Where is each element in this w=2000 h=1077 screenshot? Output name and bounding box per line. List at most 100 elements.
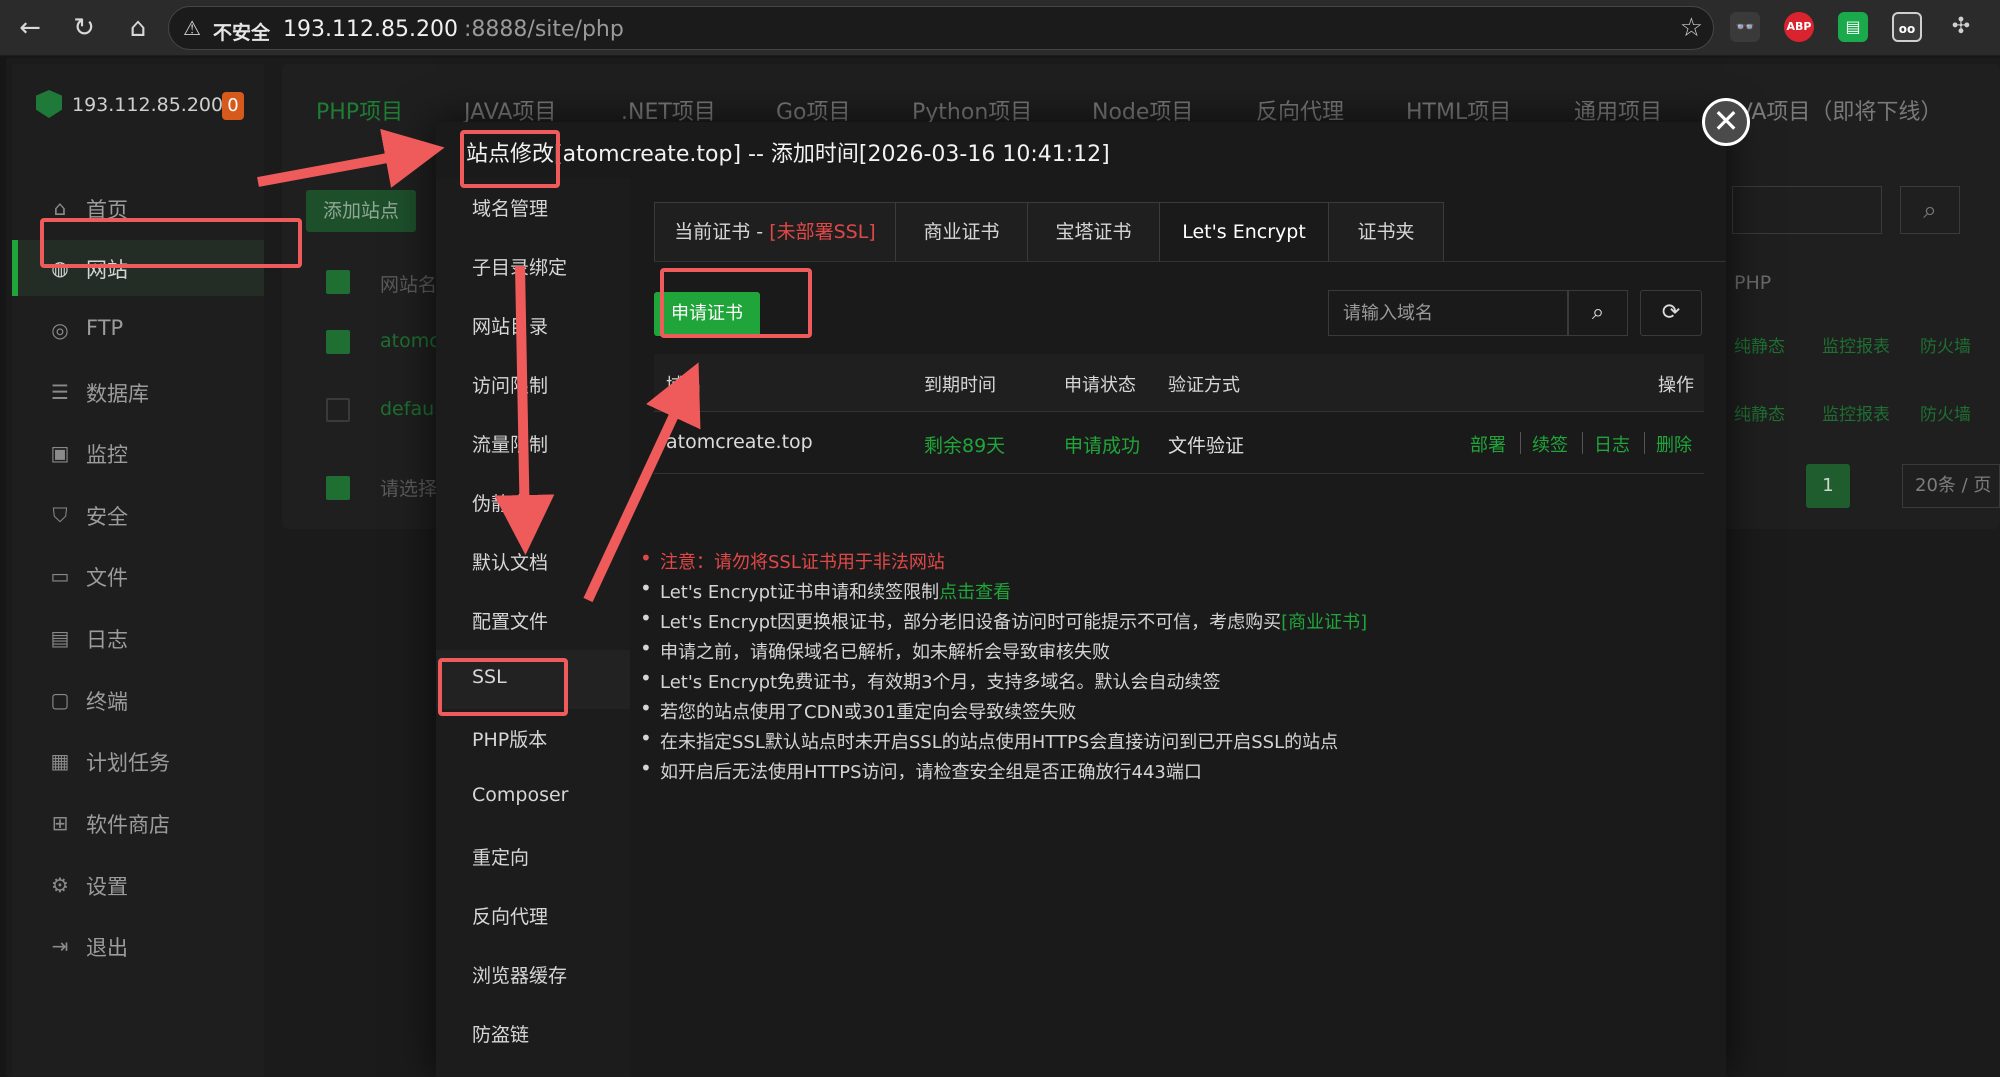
site-name-link[interactable]: atomc <box>380 330 440 352</box>
php-static-link[interactable]: 纯静态 <box>1734 400 1785 425</box>
nav-label: 重定向 <box>472 847 530 869</box>
row-checkbox[interactable] <box>326 330 350 354</box>
sidebar-item-files[interactable]: ▭ 文件 <box>12 548 264 604</box>
nav-label: 浏览器缓存 <box>472 965 568 987</box>
page-1-button[interactable]: 1 <box>1806 464 1850 508</box>
annotation-box-apply <box>660 268 812 338</box>
sidebar-item-cron[interactable]: ▦ 计划任务 <box>12 733 264 789</box>
table-header: 域名 到期时间 申请状态 验证方式 操作 <box>654 354 1704 412</box>
sidebar-item-label: 数据库 <box>86 382 149 406</box>
sidebar-item-database[interactable]: ☰ 数据库 <box>12 364 264 420</box>
delete-link[interactable]: 删除 <box>1656 431 1692 457</box>
divider <box>1644 432 1645 454</box>
firewall-link[interactable]: 防火墙 <box>1920 332 1971 357</box>
renew-link[interactable]: 续签 <box>1532 431 1568 457</box>
adblock-extension-icon[interactable]: ABP <box>1784 12 1814 42</box>
sidebar-item-security[interactable]: ⛉ 安全 <box>12 487 264 543</box>
site-name-link[interactable]: defaul <box>380 398 439 420</box>
header-expire: 到期时间 <box>924 375 996 396</box>
site-search-input[interactable] <box>1732 186 1882 234</box>
tab-java-legacy[interactable]: JAVA项目（即将下线） <box>1718 94 1942 126</box>
select-all-checkbox[interactable] <box>326 270 350 294</box>
domain-search-input[interactable] <box>1328 290 1568 336</box>
nav-php-version[interactable]: PHP版本 <box>436 709 630 768</box>
browser-toolbar: ← ↻ ⌂ ⚠ 不安全 193.112.85.200 :8888/site/ph… <box>0 0 2000 56</box>
php-static-link[interactable]: 纯静态 <box>1734 332 1785 357</box>
nav-subdir-binding[interactable]: 子目录绑定 <box>436 237 630 296</box>
shield-icon: ⛉ <box>52 503 68 527</box>
tab-letsencrypt[interactable]: Let's Encrypt <box>1159 202 1329 262</box>
note-item: 申请之前，请确保域名已解析，如未解析会导致审核失败 <box>640 636 1110 664</box>
nav-redirect[interactable]: 重定向 <box>436 827 630 886</box>
nav-rewrite[interactable]: 伪静态 <box>436 473 630 532</box>
reader-extension-icon[interactable]: oo <box>1892 12 1922 42</box>
back-icon[interactable]: ← <box>12 10 48 46</box>
bookmark-star-icon[interactable]: ☆ <box>1680 13 1703 43</box>
note-item: 在未指定SSL默认站点时未开启SSL的站点使用HTTPS会直接访问到已开启SSL… <box>640 726 1338 754</box>
nav-label: 访问限制 <box>472 375 549 397</box>
nav-label: PHP版本 <box>472 729 548 751</box>
sidebar-item-logs[interactable]: ▤ 日志 <box>12 610 264 666</box>
refresh-icon[interactable]: ⟳ <box>1640 290 1702 336</box>
column-php: PHP <box>1734 272 1772 294</box>
row-checkbox[interactable] <box>326 398 350 422</box>
sidebar-item-logout[interactable]: ⇥ 退出 <box>12 918 264 974</box>
calendar-icon: ▦ <box>50 749 70 773</box>
puzzle-extension-icon[interactable]: ✣ <box>1946 12 1976 42</box>
sidebar-item-settings[interactable]: ⚙ 设置 <box>12 857 264 913</box>
sidebar-item-store[interactable]: ⊞ 软件商店 <box>12 795 264 851</box>
log-link[interactable]: 日志 <box>1594 431 1630 457</box>
sidebar-item-label: 退出 <box>86 936 128 960</box>
sidebar-item-monitor[interactable]: ▣ 监控 <box>12 425 264 481</box>
bulk-checkbox[interactable] <box>326 476 350 500</box>
nav-default-document[interactable]: 默认文档 <box>436 532 630 591</box>
clipboard-extension-icon[interactable]: ▤ <box>1838 12 1868 42</box>
nav-access-limit[interactable]: 访问限制 <box>436 355 630 414</box>
glasses-extension-icon[interactable]: 👓 <box>1730 12 1760 42</box>
url-host: 193.112.85.200 <box>283 17 458 42</box>
site-search-icon[interactable]: ⌕ <box>1900 186 1960 234</box>
note-item: 若您的站点使用了CDN或301重定向会导致续签失败 <box>640 696 1076 724</box>
monitor-report-link[interactable]: 监控报表 <box>1822 400 1890 425</box>
sidebar-item-ftp[interactable]: ◎ FTP <box>12 302 264 358</box>
tab-commercial-cert[interactable]: 商业证书 <box>895 202 1028 262</box>
url-path: :8888/site/php <box>464 17 624 42</box>
batch-select[interactable]: 请选择 <box>380 474 437 501</box>
modal-nav: 域名管理 子目录绑定 网站目录 访问限制 流量限制 伪静态 默认文档 配置文件 … <box>436 178 630 1077</box>
nav-label: 防盗链 <box>472 1024 530 1046</box>
nav-label: 默认文档 <box>472 552 549 574</box>
reload-icon[interactable]: ↻ <box>66 10 102 46</box>
tab-baota-cert[interactable]: 宝塔证书 <box>1027 202 1160 262</box>
nav-config-file[interactable]: 配置文件 <box>436 591 630 650</box>
ftp-icon: ◎ <box>51 318 69 342</box>
home-icon[interactable]: ⌂ <box>120 10 156 46</box>
header-status: 申请状态 <box>1064 375 1136 396</box>
message-badge[interactable]: 0 <box>222 92 244 120</box>
note-item: Let's Encrypt免费证书，有效期3个月，支持多域名。默认会自动续签 <box>640 666 1221 694</box>
tab-cert-folder[interactable]: 证书夹 <box>1328 202 1444 262</box>
note-text: Let's Encrypt证书申请和续签限制 <box>660 582 940 603</box>
column-site-name: 网站名 <box>380 274 438 296</box>
buy-commercial-link[interactable]: [商业证书] <box>1281 612 1367 633</box>
tab-current-cert[interactable]: 当前证书 - [未部署SSL] <box>654 202 896 262</box>
firewall-link[interactable]: 防火墙 <box>1920 400 1971 425</box>
log-icon: ▤ <box>50 626 70 650</box>
nav-hotlink-protection[interactable]: 防盗链 <box>436 1004 630 1063</box>
nav-label: 反向代理 <box>472 906 549 928</box>
nav-composer[interactable]: Composer <box>436 768 630 827</box>
sidebar-item-label: 设置 <box>86 875 128 899</box>
close-icon[interactable]: ✕ <box>1702 98 1750 146</box>
nav-site-directory[interactable]: 网站目录 <box>436 296 630 355</box>
monitor-report-link[interactable]: 监控报表 <box>1822 332 1890 357</box>
tab-php-project[interactable]: PHP项目 <box>316 94 403 126</box>
search-icon[interactable]: ⌕ <box>1568 290 1628 336</box>
nav-reverse-proxy[interactable]: 反向代理 <box>436 886 630 945</box>
view-limits-link[interactable]: 点击查看 <box>939 582 1011 603</box>
nav-traffic-limit[interactable]: 流量限制 <box>436 414 630 473</box>
address-bar[interactable]: ⚠ 不安全 193.112.85.200 :8888/site/php ☆ <box>168 6 1714 50</box>
deploy-link[interactable]: 部署 <box>1470 431 1506 457</box>
sidebar-item-terminal[interactable]: ▢ 终端 <box>12 672 264 728</box>
add-site-button[interactable]: 添加站点 <box>306 190 416 232</box>
page-size-select[interactable]: 20条 / 页 <box>1902 464 2000 508</box>
nav-browser-cache[interactable]: 浏览器缓存 <box>436 945 630 1004</box>
